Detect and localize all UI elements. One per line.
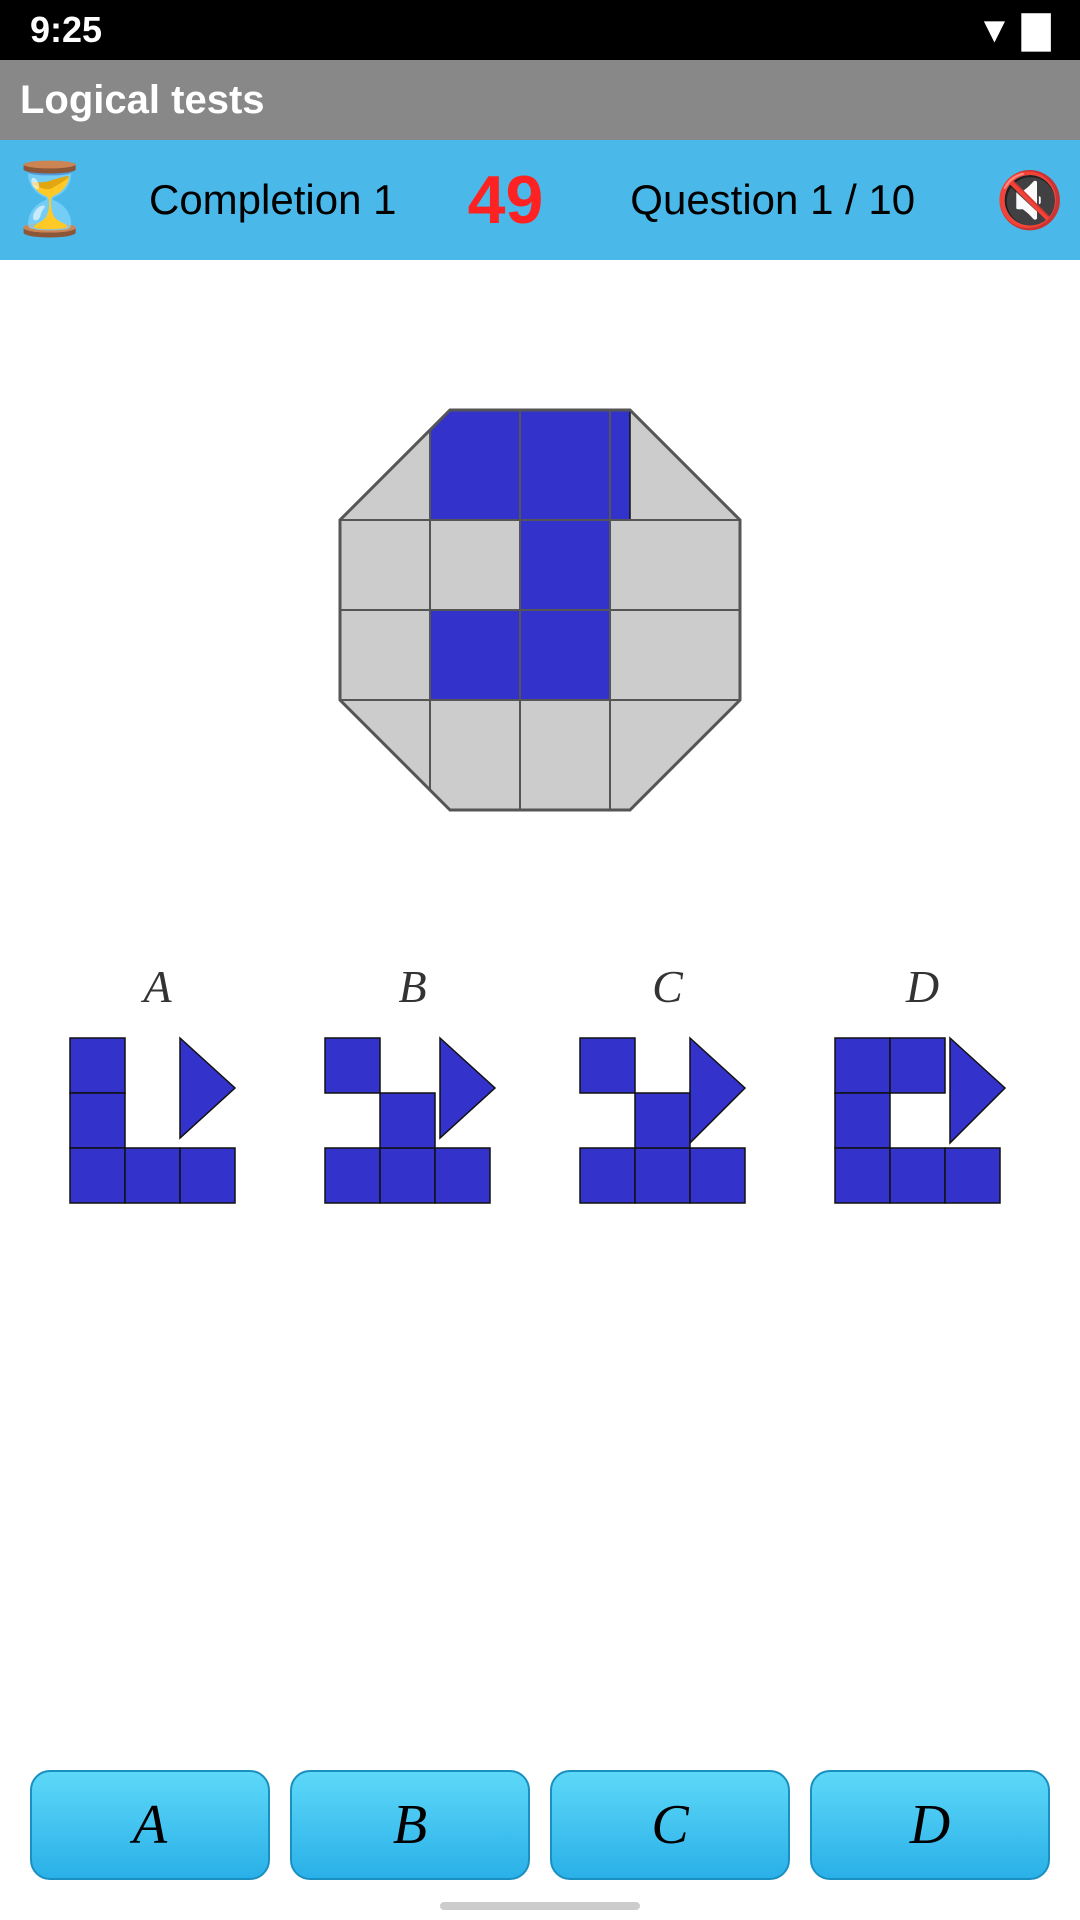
option-d[interactable]: D (830, 960, 1015, 1208)
main-content: A B (0, 260, 1080, 1248)
timer-display: 49 (445, 161, 565, 239)
option-d-svg (830, 1033, 1015, 1208)
answer-button-c[interactable]: C (550, 1770, 790, 1880)
option-b-svg (320, 1033, 505, 1208)
answer-button-d-label: D (910, 1793, 950, 1857)
bottom-buttons: A B C D (0, 1770, 1080, 1880)
puzzle-svg (290, 360, 790, 860)
option-b[interactable]: B (320, 960, 505, 1208)
hourglass-container: ⏳ (0, 140, 100, 260)
nav-indicator (440, 1902, 640, 1910)
sound-icon: 🔇 (996, 168, 1064, 233)
app-title: Logical tests (20, 78, 265, 123)
wifi-icon: ▼︎ ▇ (977, 9, 1050, 51)
answer-button-a-label: A (133, 1793, 167, 1857)
puzzle-container (290, 360, 790, 860)
completion-label: Completion 1 (100, 176, 445, 224)
question-label: Question 1 / 10 (565, 176, 980, 224)
answer-button-b-label: B (393, 1793, 427, 1857)
options-row: A B (0, 960, 1080, 1208)
sound-button[interactable]: 🔇 (980, 140, 1080, 260)
answer-button-d[interactable]: D (810, 1770, 1050, 1880)
answer-button-b[interactable]: B (290, 1770, 530, 1880)
status-bar: 9:25 ▼︎ ▇ (0, 0, 1080, 60)
option-a[interactable]: A (65, 960, 250, 1208)
time-display: 9:25 (30, 9, 102, 51)
answer-button-c-label: C (651, 1793, 688, 1857)
option-a-label: A (143, 960, 171, 1013)
app-title-bar: Logical tests (0, 60, 1080, 140)
hourglass-icon: ⏳ (6, 159, 93, 241)
option-d-label: D (906, 960, 939, 1013)
option-c-svg (575, 1033, 760, 1208)
option-c[interactable]: C (575, 960, 760, 1208)
option-c-label: C (652, 960, 683, 1013)
answer-button-a[interactable]: A (30, 1770, 270, 1880)
option-a-svg (65, 1033, 250, 1208)
header-row: ⏳ Completion 1 49 Question 1 / 10 🔇 (0, 140, 1080, 260)
option-b-label: B (398, 960, 426, 1013)
